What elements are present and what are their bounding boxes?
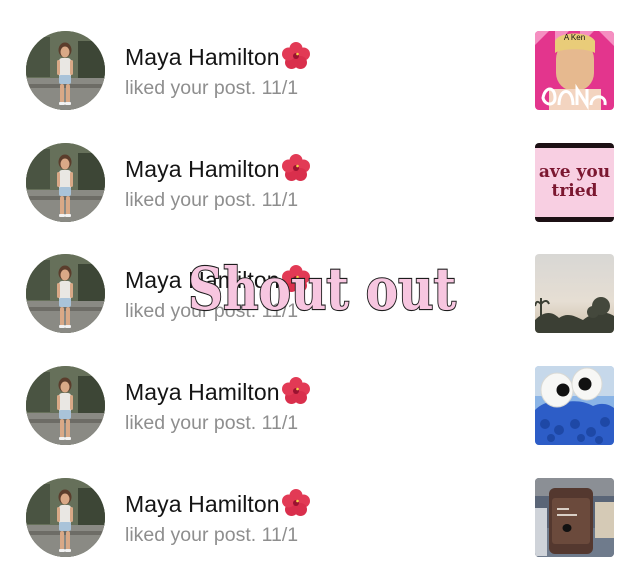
activity-text: liked your post. 11/1 bbox=[125, 189, 298, 212]
activity-date: 11/1 bbox=[261, 300, 299, 322]
notification-row[interactable]: Maya Hamilton liked your post. 11/1 ave … bbox=[0, 112, 640, 224]
thumbnail-text: ave you tried bbox=[538, 163, 611, 201]
activity-action: liked your post. bbox=[125, 300, 257, 322]
user-name-line: Maya Hamilton bbox=[125, 41, 311, 71]
post-thumbnail[interactable] bbox=[535, 254, 614, 333]
activity-text: liked your post. 11/1 bbox=[125, 524, 298, 547]
post-thumbnail[interactable]: A Ken bbox=[535, 31, 614, 110]
user-name[interactable]: Maya Hamilton bbox=[125, 379, 280, 405]
user-name[interactable]: Maya Hamilton bbox=[125, 156, 280, 182]
user-avatar[interactable] bbox=[26, 254, 105, 333]
notification-row[interactable]: Maya Hamilton liked your post. 11/1 bbox=[0, 0, 640, 112]
user-name[interactable]: Maya Hamilton bbox=[125, 267, 280, 293]
avatar-image bbox=[26, 143, 105, 222]
hibiscus-emoji-icon bbox=[281, 376, 311, 406]
activity-text: liked your post. 11/1 bbox=[125, 412, 298, 435]
activity-date: 11/1 bbox=[261, 189, 299, 211]
user-name-line: Maya Hamilton bbox=[125, 376, 311, 406]
user-name-line: Maya Hamilton bbox=[125, 153, 311, 183]
avatar-image bbox=[26, 366, 105, 445]
notification-row[interactable]: Maya Hamilton liked your post. 11/1 bbox=[0, 223, 640, 335]
thumbnail-text: A Ken bbox=[564, 33, 585, 42]
avatar-image bbox=[26, 478, 105, 557]
hibiscus-emoji-icon bbox=[281, 488, 311, 518]
activity-action: liked your post. bbox=[125, 77, 257, 99]
post-thumbnail[interactable] bbox=[535, 366, 614, 445]
post-thumbnail[interactable]: ave you tried bbox=[535, 143, 614, 222]
hibiscus-emoji-icon bbox=[281, 41, 311, 71]
activity-action: liked your post. bbox=[125, 412, 257, 434]
hibiscus-emoji-icon bbox=[281, 264, 311, 294]
activity-action: liked your post. bbox=[125, 524, 257, 546]
activity-text: liked your post. 11/1 bbox=[125, 300, 298, 323]
activity-action: liked your post. bbox=[125, 189, 257, 211]
post-thumbnail[interactable] bbox=[535, 478, 614, 557]
activity-date: 11/1 bbox=[261, 412, 299, 434]
user-name-line: Maya Hamilton bbox=[125, 264, 311, 294]
avatar-image bbox=[26, 31, 105, 110]
avatar-image bbox=[26, 254, 105, 333]
user-avatar[interactable] bbox=[26, 31, 105, 110]
activity-text: liked your post. 11/1 bbox=[125, 77, 298, 100]
activity-date: 11/1 bbox=[261, 77, 299, 99]
notification-row[interactable]: Maya Hamilton liked your post. 11/1 bbox=[0, 335, 640, 447]
user-name[interactable]: Maya Hamilton bbox=[125, 44, 280, 70]
activity-date: 11/1 bbox=[261, 524, 299, 546]
user-avatar[interactable] bbox=[26, 366, 105, 445]
hibiscus-emoji-icon bbox=[281, 153, 311, 183]
user-name[interactable]: Maya Hamilton bbox=[125, 491, 280, 517]
notification-row[interactable]: Maya Hamilton liked your post. 11/1 bbox=[0, 447, 640, 559]
user-name-line: Maya Hamilton bbox=[125, 488, 311, 518]
user-avatar[interactable] bbox=[26, 478, 105, 557]
user-avatar[interactable] bbox=[26, 143, 105, 222]
